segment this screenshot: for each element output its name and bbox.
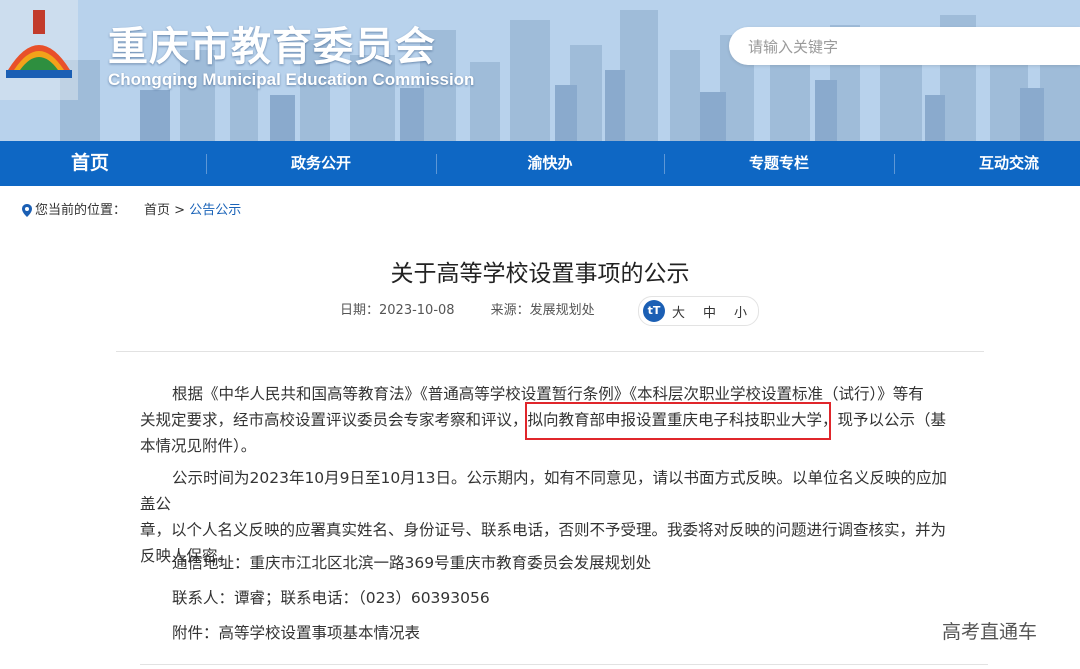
paragraph-text: 公示时间为2023年10月9日至10月13日。公示期内，如有不同意见，请以书面方…	[140, 469, 947, 513]
watermark: 高考直通车	[942, 621, 1038, 643]
breadcrumb-home-link[interactable]: 首页	[144, 203, 170, 218]
paragraph-text: 关规定要求，经市高校设置评议委员会专家考察和评议，拟向教育部申报设置重庆电子科技…	[140, 411, 947, 429]
site-title: 重庆市教育委员会	[108, 24, 436, 70]
nav-item-special-topics[interactable]: 专题专栏	[664, 141, 894, 186]
search-box	[729, 27, 1080, 65]
breadcrumb: 您当前的位置： 首页 > 公告公示	[22, 202, 241, 220]
article-date: 日期：2023-10-08	[340, 303, 455, 318]
commission-logo	[0, 0, 78, 100]
nav-item-yukuaiban[interactable]: 渝快办	[436, 141, 664, 186]
site-subtitle: Chongqing Municipal Education Commission	[108, 70, 475, 89]
contact-address: 通信地址：重庆市江北区北滨一路369号重庆市教育委员会发展规划处	[172, 554, 652, 572]
article-title: 关于高等学校设置事项的公示	[390, 261, 690, 287]
font-size-switcher: tT 大 中 小	[638, 296, 759, 326]
font-size-large-button[interactable]: 大	[672, 302, 685, 321]
font-size-medium-button[interactable]: 中	[703, 302, 716, 321]
main-nav: 首页 政务公开 渝快办 专题专栏 互动交流	[0, 141, 1080, 186]
location-pin-icon	[22, 204, 32, 217]
nav-item-government-affairs[interactable]: 政务公开	[206, 141, 436, 186]
header-banner: 重庆市教育委员会 Chongqing Municipal Education C…	[0, 0, 1080, 141]
nav-item-interaction[interactable]: 互动交流	[894, 141, 1080, 186]
search-input[interactable]	[746, 35, 1070, 59]
breadcrumb-current-link[interactable]: 公告公示	[189, 203, 241, 218]
article-paragraph-1: 根据《中华人民共和国高等教育法》《普通高等学校设置暂行条例》《本科层次职业学校设…	[140, 381, 952, 459]
paragraph-text: 本情况见附件）。	[140, 437, 257, 455]
nav-item-home[interactable]: 首页	[0, 141, 180, 186]
article-source: 来源：发展规划处	[490, 303, 595, 318]
attachment-link[interactable]: 附件：高等学校设置事项基本情况表	[172, 621, 420, 643]
breadcrumb-prefix: 您当前的位置：	[35, 203, 127, 218]
article-meta: 日期：2023-10-08 来源：发展规划处	[340, 302, 631, 320]
contact-person-phone: 联系人：谭睿；联系电话：（023）60393056	[172, 589, 490, 607]
font-size-icon: tT	[643, 300, 665, 322]
breadcrumb-separator: >	[174, 203, 186, 218]
paragraph-text: 根据《中华人民共和国高等教育法》《普通高等学校设置暂行条例》《本科层次职业学校设…	[172, 385, 924, 403]
content-divider-bottom	[140, 664, 988, 665]
content-divider	[116, 351, 984, 352]
paragraph-text: 章，以个人名义反映的应署真实姓名、身份证号、联系电话，否则不予受理。我委将对反映…	[140, 521, 947, 539]
font-size-small-button[interactable]: 小	[734, 302, 747, 321]
